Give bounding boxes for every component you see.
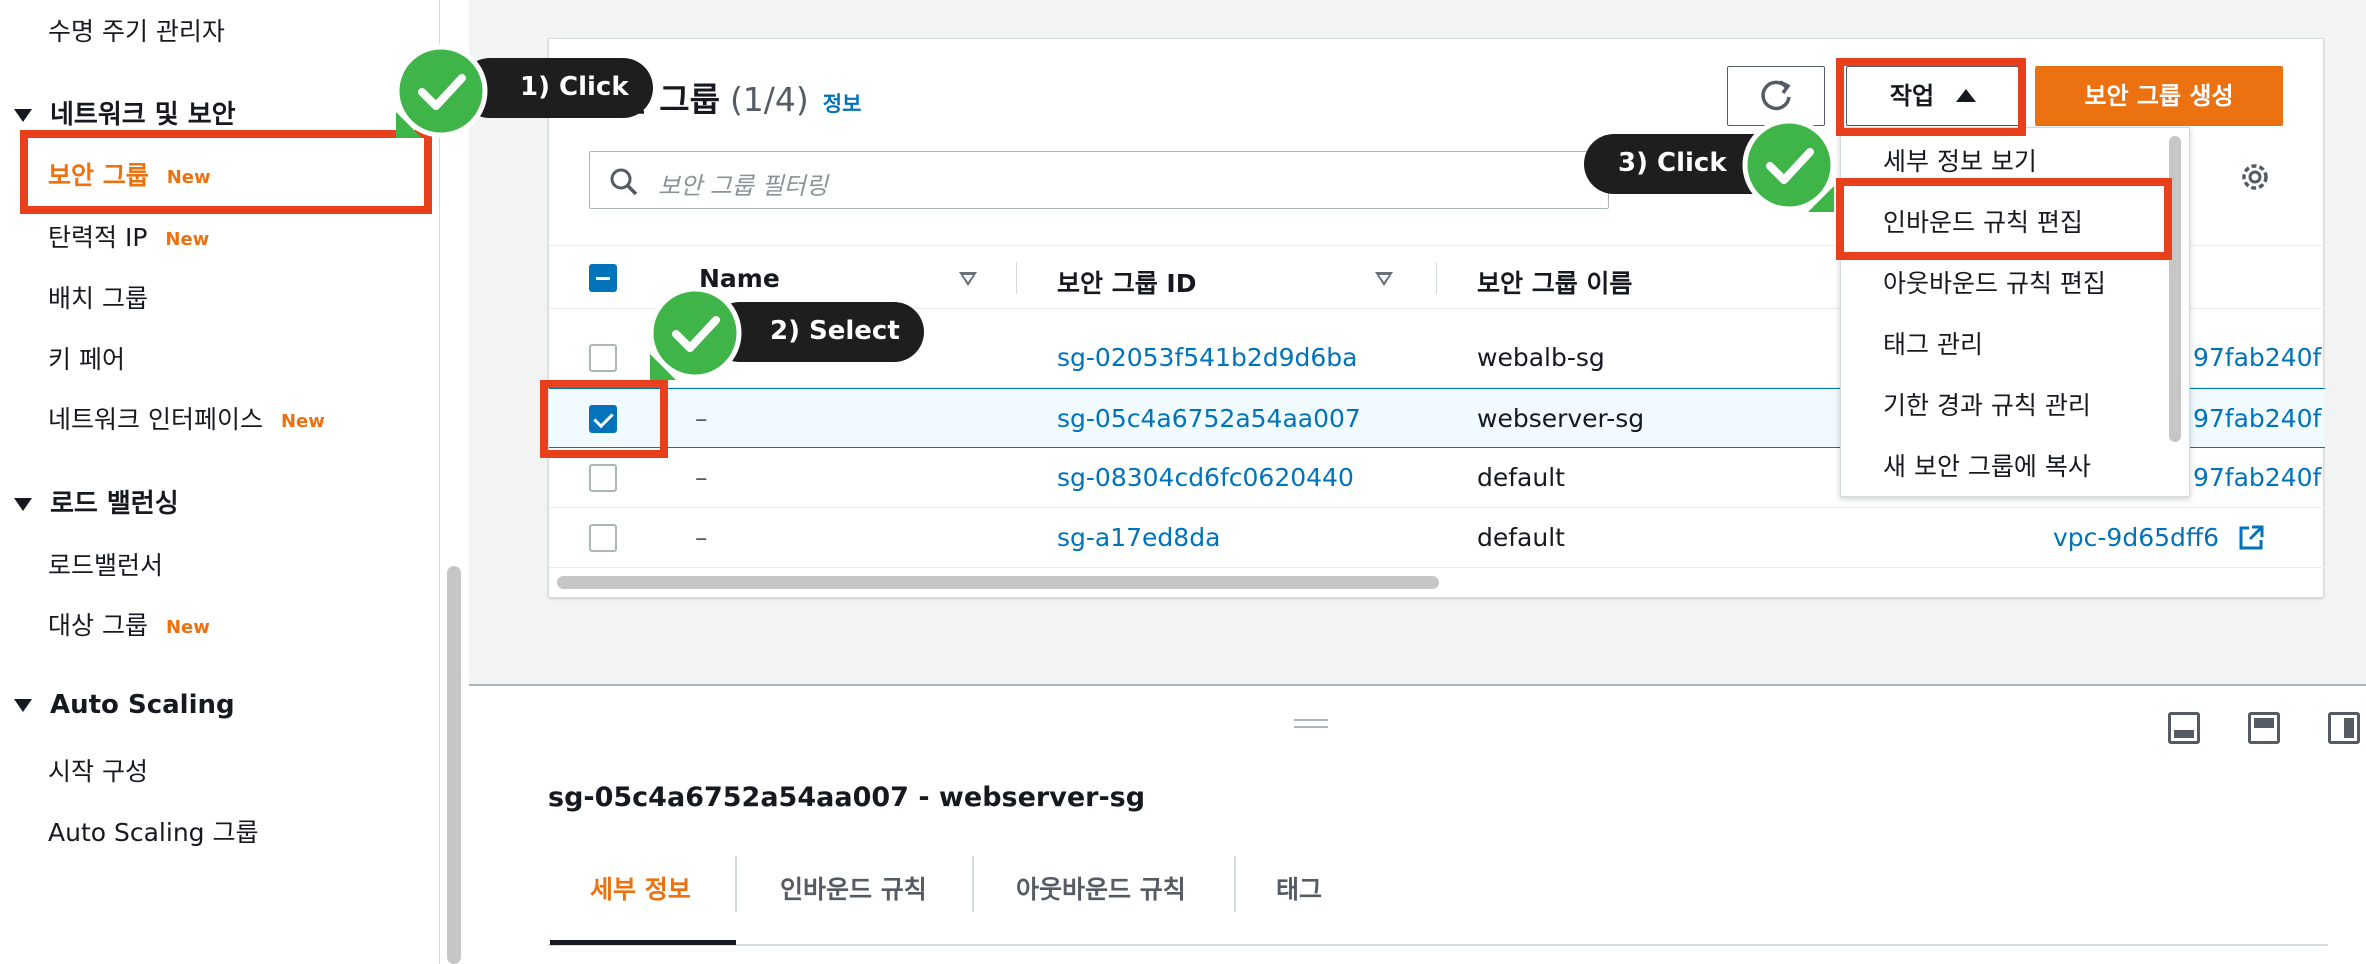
sidebar-item-label: 키 페어 [48,345,125,374]
name-cell: – [695,404,708,433]
group-name-cell: webserver-sg [1477,404,1645,433]
group-name-cell: default [1477,463,1565,492]
group-name-cell: webalb-sg [1477,343,1605,372]
section-title: Auto Scaling [50,690,235,720]
caret-down-icon [14,109,32,122]
sidebar-item-label: 시작 구성 [48,757,148,786]
search-icon [610,168,638,196]
tab-divider [1234,856,1236,912]
vpc-link[interactable]: 97fab240f [2193,404,2321,433]
group-id-link[interactable]: sg-02053f541b2d9d6ba [1057,343,1357,372]
row-checkbox[interactable] [589,464,617,492]
new-badge: New [165,616,210,638]
name-cell: – [695,463,708,492]
group-id-link[interactable]: sg-a17ed8da [1057,523,1220,552]
section-auto-scaling[interactable]: Auto Scaling [14,690,235,720]
menu-item-copy-to-new-group[interactable]: 새 보안 그룹에 복사 [1883,447,2091,483]
sidebar-scrollbar[interactable] [447,566,461,964]
sidebar-item-target-groups[interactable]: 대상 그룹 New [48,606,210,642]
gear-icon[interactable] [2235,157,2275,197]
name-cell: – [695,523,708,552]
vpc-link[interactable]: 97fab240f [2193,463,2321,492]
layout-top-icon[interactable] [2248,712,2280,744]
vpc-link[interactable]: 97fab240f [2193,343,2321,372]
selection-count: (1/4) [729,80,809,119]
active-tab-indicator [550,940,736,945]
column-divider [1016,262,1017,294]
check-badge-icon [648,286,742,380]
sidebar-item-auto-scaling-groups[interactable]: Auto Scaling 그룹 [48,813,258,849]
split-divider [469,684,2366,686]
info-link[interactable]: 정보 [823,92,862,116]
row-checkbox[interactable] [589,524,617,552]
row-checkbox[interactable] [589,344,617,372]
vpc-link[interactable]: vpc-9d65dff6 [2053,523,2219,552]
tab-outbound-rules[interactable]: 아웃바운드 규칙 [1016,870,1186,906]
sidebar-item-label: 탄력적 IP [48,223,148,252]
section-network-security[interactable]: 네트워크 및 보안 [14,94,236,131]
menu-item-edit-outbound-rules[interactable]: 아웃바운드 규칙 편집 [1883,264,2106,300]
layout-side-icon[interactable] [2328,712,2360,744]
caret-down-icon [14,498,32,511]
group-id-link[interactable]: sg-08304cd6fc0620440 [1057,463,1354,492]
sidebar-item-label: 로드밸런서 [48,551,164,580]
section-load-balancing[interactable]: 로드 밸런싱 [14,483,179,520]
sidebar-item-launch-configs[interactable]: 시작 구성 [48,752,148,788]
new-badge: New [280,410,325,432]
highlight-edit-inbound [1836,178,2172,260]
detail-tabs: 세부 정보 인바운드 규칙 아웃바운드 규칙 태그 [548,856,2328,946]
check-badge-icon [394,44,488,138]
horizontal-scrollbar[interactable] [557,576,1439,589]
group-id-link[interactable]: sg-05c4a6752a54aa007 [1057,404,1361,433]
highlight-security-groups [20,130,432,214]
column-header-group-name[interactable]: 보안 그룹 이름 [1477,264,1632,300]
sidebar-item-elastic-ip[interactable]: 탄력적 IP New [48,218,209,254]
sidebar-item-load-balancers[interactable]: 로드밸런서 [48,546,163,582]
tab-divider [972,856,974,912]
sidebar-item-network-interfaces[interactable]: 네트워크 인터페이스 New [48,400,325,436]
menu-item-manage-stale-rules[interactable]: 기한 경과 규칙 관리 [1883,386,2091,422]
external-link-icon[interactable] [2237,524,2265,552]
section-title: 로드 밸런싱 [50,489,179,519]
tab-details[interactable]: 세부 정보 [590,870,691,906]
sidebar-item-label: 대상 그룹 [48,611,148,640]
search-input[interactable]: 보안 그룹 필터링 [589,151,1609,209]
drag-handle-icon[interactable] [1294,719,1328,728]
caret-down-icon [14,699,32,712]
sidebar-item-key-pairs[interactable]: 키 페어 [48,340,125,376]
new-badge: New [165,228,210,250]
highlight-row-checkbox [540,380,668,458]
menu-item-view-details[interactable]: 세부 정보 보기 [1883,142,2037,178]
detail-title: sg-05c4a6752a54aa007 - webserver-sg [548,782,1146,813]
tab-tags[interactable]: 태그 [1276,870,1322,906]
table-row[interactable]: – sg-a17ed8da default vpc-9d65dff6 [549,508,2325,568]
tab-divider [735,856,737,912]
select-all-checkbox[interactable] [589,264,617,292]
check-badge-icon [1742,118,1836,212]
sidebar-item-label: 배치 그룹 [48,284,148,313]
menu-item-manage-tags[interactable]: 태그 관리 [1883,325,1983,361]
search-placeholder: 보안 그룹 필터링 [658,172,828,200]
sidebar-item-label: Auto Scaling 그룹 [48,818,259,847]
sidebar-item-label: 네트워크 인터페이스 [48,405,263,434]
sidebar-item-placement-groups[interactable]: 배치 그룹 [48,279,148,315]
tab-inbound-rules[interactable]: 인바운드 규칙 [780,870,927,906]
section-title: 네트워크 및 보안 [50,100,236,130]
sidebar-item-label: 수명 주기 관리자 [48,17,225,46]
layout-bottom-icon[interactable] [2168,712,2200,744]
column-header-id[interactable]: 보안 그룹 ID [1057,264,1196,300]
sort-icon[interactable] [959,272,977,286]
sidebar-item-lifecycle-manager[interactable]: 수명 주기 관리자 [48,12,225,48]
column-divider [1436,262,1437,294]
group-name-cell: default [1477,523,1565,552]
sort-icon[interactable] [1375,272,1393,286]
create-security-group-button[interactable]: 보안 그룹 생성 [2035,66,2283,126]
highlight-actions-button [1836,58,2026,136]
